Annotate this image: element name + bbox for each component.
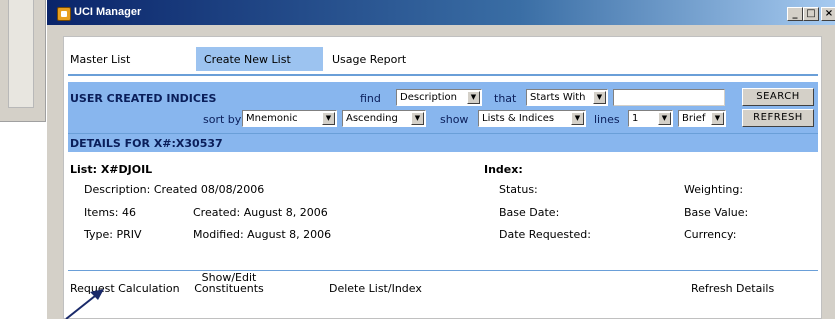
annotation-arrow-icon — [65, 289, 104, 319]
